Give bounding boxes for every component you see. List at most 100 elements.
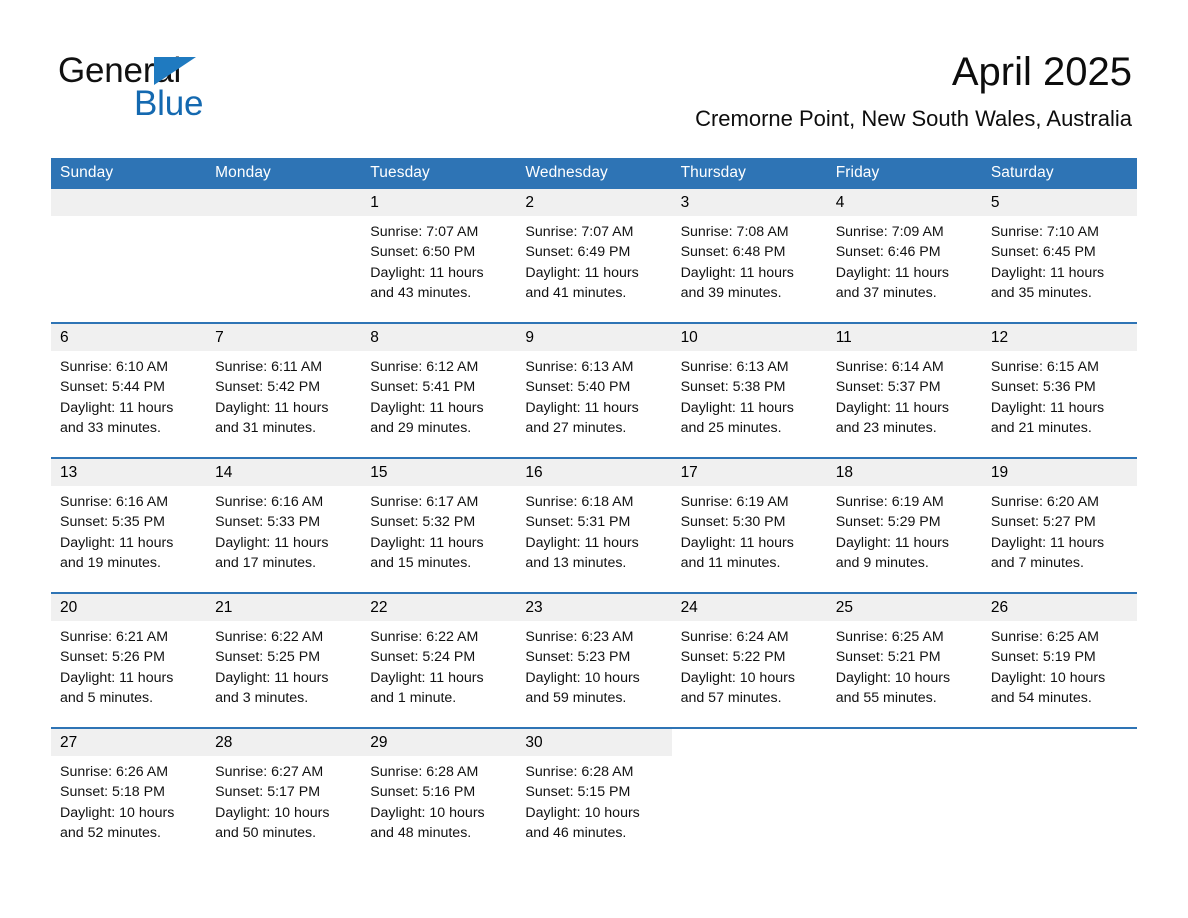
calendar-day-cell[interactable]: 4 Sunrise: 7:09 AM Sunset: 6:46 PM Daylight… — [826, 189, 982, 323]
calendar-day-cell[interactable]: 25 Sunrise: 6:25 AM Sunset: 5:21 PM Dayligh… — [826, 592, 982, 728]
daylight-duration-line2: and 54 minutes. — [990, 689, 1092, 706]
calendar-day-cell[interactable]: 7 Sunrise: 6:11 AM Sunset: 5:42 PM Daylight… — [206, 322, 362, 458]
day-details: Sunrise: 6:25 AM Sunset: 5:21 PM Daylight:… — [827, 621, 982, 708]
calendar-day-cell[interactable]: 17 Sunrise: 6:19 AM Sunset: 5:30 PM Dayligh… — [671, 457, 827, 593]
weekday-header-sunday: Sunday — [51, 158, 207, 189]
day-number: 15 — [361, 459, 517, 486]
day-details: Sunrise: 6:13 AM Sunset: 5:40 PM Daylight:… — [516, 351, 671, 438]
general-blue-logo[interactable]: General Blue — [58, 52, 298, 128]
sunset-time: Sunset: 5:23 PM — [525, 649, 631, 666]
sunrise-time: Sunrise: 6:13 AM — [525, 359, 634, 375]
daylight-duration-line2: and 37 minutes. — [835, 284, 937, 301]
daylight-duration-line1: Daylight: 11 hours — [525, 534, 639, 551]
calendar-header-row: Sunday Monday Tuesday Wednesday Thursday… — [51, 158, 1137, 189]
calendar-table: Sunday Monday Tuesday Wednesday Thursday… — [51, 158, 1137, 862]
day-cell-inner: 27 Sunrise: 6:26 AM Sunset: 5:18 PM Dayligh… — [51, 729, 207, 862]
sunset-time: Sunset: 5:18 PM — [60, 784, 165, 801]
day-cell-inner — [982, 729, 1137, 862]
daylight-duration-line2: and 48 minutes. — [370, 824, 472, 841]
calendar-day-cell[interactable]: 2 Sunrise: 7:07 AM Sunset: 6:49 PM Daylight… — [516, 189, 672, 323]
calendar-week-row: 13 Sunrise: 6:16 AM Sunset: 5:35 PM Dayligh… — [51, 457, 1137, 593]
day-number: 12 — [981, 324, 1137, 351]
calendar-day-cell[interactable]: 12 Sunrise: 6:15 AM Sunset: 5:36 PM Dayligh… — [981, 322, 1137, 458]
sunset-time: Sunset: 5:25 PM — [215, 649, 321, 666]
calendar-day-cell[interactable]: 20 Sunrise: 6:21 AM Sunset: 5:26 PM Dayligh… — [51, 592, 207, 728]
sunset-time: Sunset: 5:24 PM — [370, 649, 476, 666]
sunrise-time: Sunrise: 6:16 AM — [215, 494, 324, 510]
calendar-day-cell[interactable]: 1 Sunrise: 7:07 AM Sunset: 6:50 PM Daylight… — [361, 189, 517, 323]
day-cell-inner: 7 Sunrise: 6:11 AM Sunset: 5:42 PM Daylight… — [206, 324, 362, 457]
calendar-day-cell[interactable]: 8 Sunrise: 6:12 AM Sunset: 5:41 PM Daylight… — [361, 322, 517, 458]
sunrise-time: Sunrise: 6:28 AM — [370, 764, 479, 780]
day-number: 10 — [671, 324, 827, 351]
calendar-day-cell[interactable]: 26 Sunrise: 6:25 AM Sunset: 5:19 PM Dayligh… — [981, 592, 1137, 728]
calendar-day-cell[interactable]: 5 Sunrise: 7:10 AM Sunset: 6:45 PM Daylight… — [981, 189, 1137, 323]
calendar-day-cell[interactable]: 11 Sunrise: 6:14 AM Sunset: 5:37 PM Dayligh… — [826, 322, 982, 458]
daylight-duration-line1: Daylight: 11 hours — [525, 264, 639, 281]
day-number — [672, 729, 827, 756]
day-details: Sunrise: 7:08 AM Sunset: 6:48 PM Daylight:… — [672, 216, 827, 303]
day-number: 23 — [516, 594, 672, 621]
day-details: Sunrise: 6:27 AM Sunset: 5:17 PM Daylight:… — [206, 756, 361, 843]
daylight-duration-line2: and 31 minutes. — [215, 419, 317, 436]
sunset-time: Sunset: 5:31 PM — [525, 514, 631, 531]
calendar-day-cell[interactable]: 18 Sunrise: 6:19 AM Sunset: 5:29 PM Dayligh… — [826, 457, 982, 593]
calendar-day-cell[interactable]: 28 Sunrise: 6:27 AM Sunset: 5:17 PM Dayligh… — [206, 727, 362, 862]
calendar-day-cell[interactable]: 29 Sunrise: 6:28 AM Sunset: 5:16 PM Dayligh… — [361, 727, 517, 862]
sunset-time: Sunset: 5:32 PM — [370, 514, 476, 531]
calendar-day-cell[interactable]: 27 Sunrise: 6:26 AM Sunset: 5:18 PM Dayligh… — [51, 727, 207, 862]
sunrise-time: Sunrise: 6:25 AM — [990, 629, 1099, 645]
calendar-day-cell[interactable]: 22 Sunrise: 6:22 AM Sunset: 5:24 PM Dayligh… — [361, 592, 517, 728]
day-cell-inner — [206, 189, 362, 322]
daylight-duration-line1: Daylight: 11 hours — [215, 534, 329, 551]
day-cell-inner: 9 Sunrise: 6:13 AM Sunset: 5:40 PM Daylight… — [516, 324, 672, 457]
calendar-day-cell[interactable]: 30 Sunrise: 6:28 AM Sunset: 5:15 PM Dayligh… — [516, 727, 672, 862]
sunset-time: Sunset: 5:22 PM — [680, 649, 786, 666]
location-subtitle: Cremorne Point, New South Wales, Austral… — [695, 106, 1132, 131]
sunrise-time: Sunrise: 6:13 AM — [680, 359, 789, 375]
calendar-day-cell[interactable]: 10 Sunrise: 6:13 AM Sunset: 5:38 PM Dayligh… — [671, 322, 827, 458]
daylight-duration-line2: and 50 minutes. — [215, 824, 317, 841]
calendar-day-cell[interactable]: 9 Sunrise: 6:13 AM Sunset: 5:40 PM Daylight… — [516, 322, 672, 458]
day-number: 26 — [981, 594, 1137, 621]
daylight-duration-line1: Daylight: 11 hours — [60, 534, 174, 551]
calendar-day-cell[interactable]: 24 Sunrise: 6:24 AM Sunset: 5:22 PM Dayligh… — [671, 592, 827, 728]
daylight-duration-line1: Daylight: 10 hours — [835, 669, 951, 686]
calendar-week-row: 20 Sunrise: 6:21 AM Sunset: 5:26 PM Dayligh… — [51, 592, 1137, 728]
calendar-day-cell[interactable]: 19 Sunrise: 6:20 AM Sunset: 5:27 PM Dayligh… — [981, 457, 1137, 593]
sunrise-time: Sunrise: 6:15 AM — [990, 359, 1099, 375]
day-number: 25 — [826, 594, 982, 621]
day-details: Sunrise: 6:21 AM Sunset: 5:26 PM Daylight:… — [51, 621, 206, 708]
sunset-time: Sunset: 5:41 PM — [370, 379, 476, 396]
daylight-duration-line1: Daylight: 11 hours — [370, 264, 484, 281]
daylight-duration-line1: Daylight: 11 hours — [370, 534, 484, 551]
daylight-duration-line1: Daylight: 10 hours — [370, 804, 485, 821]
daylight-duration-line1: Daylight: 11 hours — [680, 534, 794, 551]
sunrise-time: Sunrise: 6:26 AM — [60, 764, 169, 780]
day-cell-inner: 11 Sunrise: 6:14 AM Sunset: 5:37 PM Dayligh… — [826, 324, 982, 457]
day-cell-inner: 25 Sunrise: 6:25 AM Sunset: 5:21 PM Dayligh… — [826, 594, 982, 727]
day-cell-inner: 24 Sunrise: 6:24 AM Sunset: 5:22 PM Dayligh… — [671, 594, 827, 727]
day-details: Sunrise: 6:10 AM Sunset: 5:44 PM Daylight:… — [51, 351, 206, 438]
calendar-day-cell[interactable]: 23 Sunrise: 6:23 AM Sunset: 5:23 PM Dayligh… — [516, 592, 672, 728]
calendar-day-cell[interactable]: 3 Sunrise: 7:08 AM Sunset: 6:48 PM Daylight… — [671, 189, 827, 323]
day-number: 7 — [206, 324, 362, 351]
daylight-duration-line2: and 17 minutes. — [215, 554, 317, 571]
day-number: 30 — [516, 729, 672, 756]
day-cell-inner: 22 Sunrise: 6:22 AM Sunset: 5:24 PM Dayligh… — [361, 594, 517, 727]
daylight-duration-line1: Daylight: 11 hours — [60, 399, 174, 416]
calendar-day-cell[interactable]: 14 Sunrise: 6:16 AM Sunset: 5:33 PM Dayligh… — [206, 457, 362, 593]
calendar-day-cell[interactable]: 16 Sunrise: 6:18 AM Sunset: 5:31 PM Dayligh… — [516, 457, 672, 593]
calendar-day-cell[interactable]: 21 Sunrise: 6:22 AM Sunset: 5:25 PM Dayligh… — [206, 592, 362, 728]
calendar-day-cell[interactable]: 13 Sunrise: 6:16 AM Sunset: 5:35 PM Dayligh… — [51, 457, 207, 593]
calendar-day-cell[interactable]: 15 Sunrise: 6:17 AM Sunset: 5:32 PM Dayligh… — [361, 457, 517, 593]
calendar-body: 1 Sunrise: 7:07 AM Sunset: 6:50 PM Daylight… — [51, 189, 1137, 862]
sunrise-time: Sunrise: 7:08 AM — [680, 224, 789, 240]
day-details: Sunrise: 6:25 AM Sunset: 5:19 PM Daylight:… — [982, 621, 1137, 708]
sunset-time: Sunset: 6:48 PM — [680, 244, 786, 261]
day-details: Sunrise: 6:11 AM Sunset: 5:42 PM Daylight:… — [206, 351, 361, 438]
sunrise-time: Sunrise: 6:22 AM — [215, 629, 324, 645]
calendar-day-cell[interactable]: 6 Sunrise: 6:10 AM Sunset: 5:44 PM Daylight… — [51, 322, 207, 458]
sunset-time: Sunset: 5:17 PM — [215, 784, 321, 801]
calendar-week-row: 1 Sunrise: 7:07 AM Sunset: 6:50 PM Daylight… — [51, 189, 1137, 323]
